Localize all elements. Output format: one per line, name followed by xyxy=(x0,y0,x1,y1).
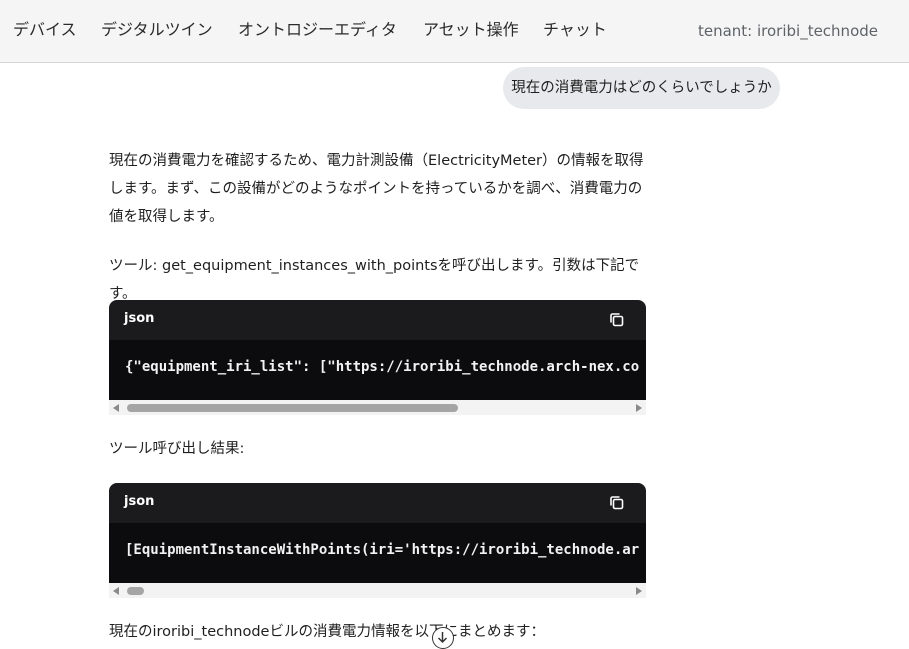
arrow-down-circle-icon[interactable] xyxy=(432,627,454,649)
top-navigation-bar: デバイス デジタルツイン オントロジーエディタ アセット操作 チャット tena… xyxy=(0,0,909,63)
scrollbar-thumb[interactable] xyxy=(127,587,144,595)
code-block-tool-arguments: json {"equipment_iri_list": ["https://ir… xyxy=(109,300,646,415)
nav-item-devices[interactable]: デバイス xyxy=(13,19,77,41)
code-block-body: [EquipmentInstanceWithPoints(iri='https:… xyxy=(109,523,646,583)
nav-item-asset-operations[interactable]: アセット操作 xyxy=(423,19,519,41)
code-language-label: json xyxy=(124,311,155,326)
scroll-right-arrow-icon[interactable] xyxy=(636,587,642,595)
code-block-header: json xyxy=(109,300,646,340)
scroll-left-arrow-icon[interactable] xyxy=(113,404,119,412)
code-language-label: json xyxy=(124,494,155,509)
summary-text: 現在のiroribi_technodeビルの消費電力情報を以下にまとめます： xyxy=(109,624,545,640)
code-content: [EquipmentInstanceWithPoints(iri='https:… xyxy=(125,542,640,558)
scroll-left-arrow-icon[interactable] xyxy=(113,587,119,595)
nav-item-chat[interactable]: チャット xyxy=(543,19,607,41)
tenant-label: tenant: iroribi_technode xyxy=(697,22,878,40)
user-message-bubble: 現在の消費電力はどのくらいでしょうか xyxy=(503,67,780,109)
horizontal-scrollbar[interactable] xyxy=(109,583,646,598)
scroll-right-arrow-icon[interactable] xyxy=(636,404,642,412)
code-block-body: {"equipment_iri_list": ["https://iroribi… xyxy=(109,340,646,400)
tool-result-label: ツール呼び出し結果: xyxy=(109,441,245,457)
copy-icon[interactable] xyxy=(608,311,626,329)
scrollbar-thumb[interactable] xyxy=(127,404,458,412)
horizontal-scrollbar[interactable] xyxy=(109,400,646,415)
code-block-header: json xyxy=(109,483,646,523)
copy-icon[interactable] xyxy=(608,494,626,512)
nav-item-ontology-editor[interactable]: オントロジーエディタ xyxy=(238,19,397,41)
assistant-intro-text: 現在の消費電力を確認するため、電力計測設備（ElectricityMeter）の… xyxy=(109,153,644,225)
code-content: {"equipment_iri_list": ["https://iroribi… xyxy=(125,359,640,375)
code-block-tool-result: json [EquipmentInstanceWithPoints(iri='h… xyxy=(109,483,646,598)
nav-item-digital-twin[interactable]: デジタルツイン xyxy=(101,19,213,41)
